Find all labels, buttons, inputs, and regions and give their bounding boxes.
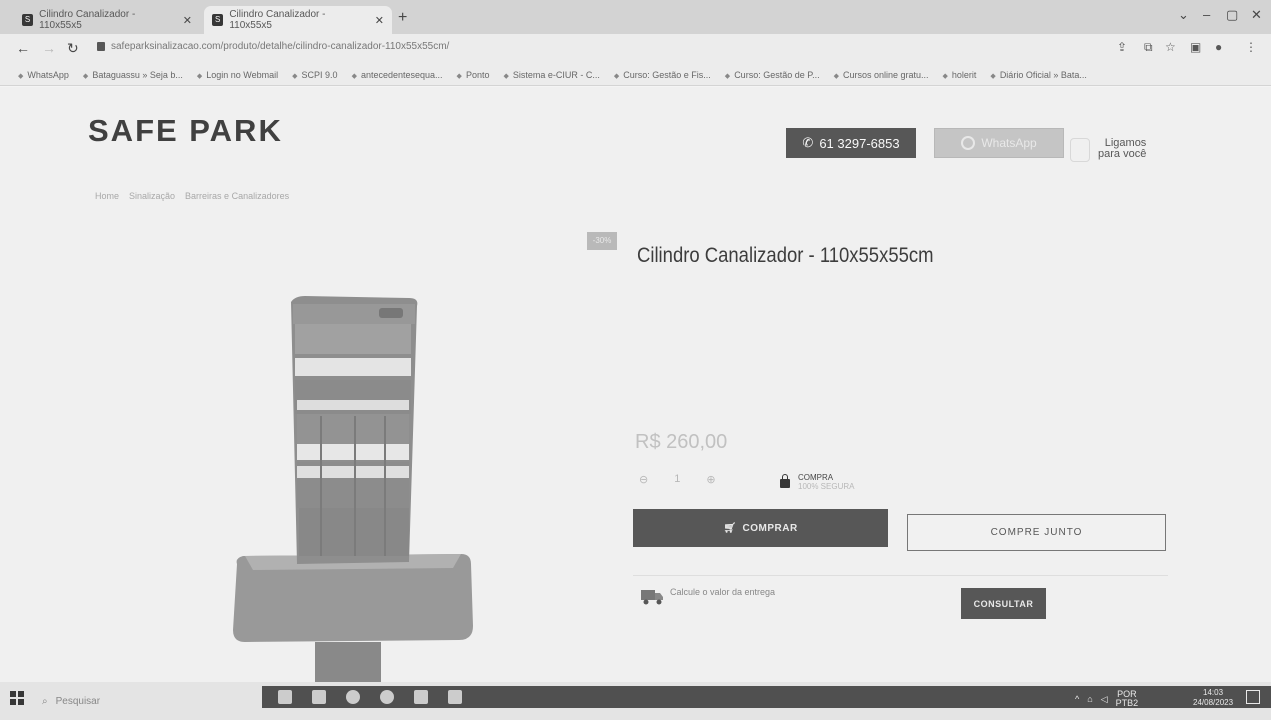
product-image[interactable] xyxy=(225,296,485,682)
cart-icon: 🛒︎ xyxy=(723,522,737,534)
search-placeholder: Pesquisar xyxy=(55,695,101,707)
lock-icon xyxy=(97,42,105,51)
phone-number: 61 3297-6853 xyxy=(819,135,900,151)
buy-button[interactable]: 🛒︎ COMPRAR xyxy=(633,509,888,547)
bookmark[interactable]: antecedentesequa... xyxy=(352,70,443,80)
secure-purchase-badge: COMPRA 100% SEGURA xyxy=(780,473,854,491)
reload-icon[interactable]: ↻ xyxy=(67,40,79,57)
product-title: Cilindro Canalizador - 110x55x55cm xyxy=(637,244,934,267)
site-logo[interactable]: SAFE PARK xyxy=(88,113,283,149)
maximize-icon[interactable]: ▢ xyxy=(1226,7,1238,23)
network-icon[interactable]: ⌂ xyxy=(1087,694,1092,704)
breadcrumb-item[interactable]: Sinalização xyxy=(129,191,175,201)
menu-icon[interactable]: ⋮ xyxy=(1245,40,1257,54)
search-icon: ⌕ xyxy=(42,695,48,707)
callback-link[interactable]: Ligamos para você xyxy=(1098,138,1146,160)
quantity-stepper[interactable]: ⊖ 1 ⊕ xyxy=(639,473,716,486)
breadcrumb-item[interactable]: Home xyxy=(95,191,119,201)
language-indicator[interactable]: POR PTB2 xyxy=(1116,690,1139,708)
bookmark[interactable]: Curso: Gestão de P... xyxy=(725,70,819,80)
minimize-icon[interactable]: – xyxy=(1203,7,1210,22)
favicon-icon: S xyxy=(22,14,34,26)
shipping-label: Calcule o valor da entrega xyxy=(670,587,776,597)
tab-search-icon[interactable]: ⌄ xyxy=(1178,7,1189,23)
favicon-icon: S xyxy=(212,14,224,26)
bookmark[interactable]: Diário Oficial » Bata... xyxy=(990,70,1087,80)
truck-icon xyxy=(641,590,663,605)
taskbar-search[interactable]: ⌕ Pesquisar xyxy=(36,686,256,716)
system-tray: ^ ⌂ ◁ POR PTB2 xyxy=(1075,690,1138,708)
padlock-icon xyxy=(780,474,790,488)
file-explorer-icon[interactable] xyxy=(312,690,326,704)
whatsapp-button[interactable]: WhatsApp xyxy=(934,128,1064,158)
windows-start-icon[interactable] xyxy=(10,691,24,705)
product-price: R$ 260,00 xyxy=(635,431,728,453)
task-view-icon[interactable] xyxy=(278,690,292,704)
increase-icon[interactable]: ⊕ xyxy=(706,473,715,486)
url-field[interactable]: safeparksinalizacao.com/produto/detalhe/… xyxy=(97,41,449,52)
profile-avatar[interactable]: ● xyxy=(1215,40,1222,54)
secure-line: COMPRA xyxy=(798,473,834,482)
word-icon[interactable] xyxy=(414,690,428,704)
bookmark-star-icon[interactable]: ☆ xyxy=(1165,40,1176,54)
consult-shipping-button[interactable]: CONSULTAR xyxy=(961,588,1046,619)
page-body xyxy=(0,87,1271,682)
speaker-icon[interactable]: ◁ xyxy=(1101,694,1108,705)
breadcrumb: Home Sinalização Barreiras e Canalizador… xyxy=(95,191,289,201)
bookmark[interactable]: WhatsApp xyxy=(18,70,69,80)
phone-button[interactable]: ✆ 61 3297-6853 xyxy=(786,128,916,158)
clock-time: 14:03 xyxy=(1203,688,1224,697)
buy-together-button[interactable]: COMPRE JUNTO xyxy=(907,514,1166,551)
install-icon[interactable]: ⧉ xyxy=(1144,40,1153,55)
quantity-value[interactable]: 1 xyxy=(674,473,680,486)
buy-label: COMPRAR xyxy=(742,522,798,534)
close-tab-icon[interactable]: ✕ xyxy=(183,14,192,27)
bookmarks-bar: WhatsApp Bataguassu » Seja b... Login no… xyxy=(0,64,1271,86)
back-icon[interactable]: ← xyxy=(16,40,30,56)
new-tab-icon[interactable]: + xyxy=(398,9,407,27)
close-tab-icon[interactable]: ✕ xyxy=(375,14,384,27)
browser-tab[interactable]: S Cilindro Canalizador - 110x55x5 ✕ xyxy=(14,6,200,34)
chevron-up-icon[interactable]: ^ xyxy=(1075,694,1079,704)
language-line: PTB2 xyxy=(1115,698,1139,708)
edge-icon[interactable] xyxy=(380,690,394,704)
phone-icon: ✆ xyxy=(802,135,814,150)
notification-icon[interactable] xyxy=(1246,690,1260,704)
clock-date: 24/08/2023 xyxy=(1193,698,1234,707)
bookmark[interactable]: Bataguassu » Seja b... xyxy=(83,70,183,80)
url-text: safeparksinalizacao.com/produto/detalhe/… xyxy=(111,41,450,52)
breadcrumb-item[interactable]: Barreiras e Canalizadores xyxy=(185,191,289,201)
bookmark[interactable]: Curso: Gestão e Fis... xyxy=(614,70,711,80)
close-window-icon[interactable]: ✕ xyxy=(1251,7,1262,23)
bookmark[interactable]: SCPI 9.0 xyxy=(292,70,338,80)
browser-tab-active[interactable]: S Cilindro Canalizador - 110x55x5 ✕ xyxy=(204,6,392,34)
bookmark[interactable]: holerit xyxy=(943,70,977,80)
whatsapp-icon xyxy=(961,136,976,150)
tab-title: Cilindro Canalizador - 110x55x5 xyxy=(39,9,136,31)
forward-icon[interactable]: → xyxy=(42,40,56,56)
chrome-icon[interactable] xyxy=(346,690,360,704)
clock[interactable]: 14:03 24/08/2023 xyxy=(1193,688,1233,708)
callback-phone-icon xyxy=(1070,138,1090,162)
sidebar-icon[interactable]: ▣ xyxy=(1190,40,1201,54)
share-icon[interactable]: ⇪ xyxy=(1117,40,1127,54)
whatsapp-label: WhatsApp xyxy=(981,136,1037,150)
secure-line: 100% SEGURA xyxy=(798,482,855,491)
bookmark[interactable]: Login no Webmail xyxy=(197,70,278,80)
callback-line: para você xyxy=(1098,148,1147,160)
discount-badge: -30% xyxy=(587,232,617,250)
tab-title: Cilindro Canalizador - 110x55x5 xyxy=(229,9,326,31)
bookmark[interactable]: Sistema e-CIUR - C... xyxy=(503,70,600,80)
app-icon[interactable] xyxy=(448,690,462,704)
bookmark[interactable]: Ponto xyxy=(457,70,490,80)
decrease-icon[interactable]: ⊖ xyxy=(639,473,648,486)
bookmark[interactable]: Cursos online gratu... xyxy=(834,70,929,80)
shipping-divider xyxy=(633,575,1168,576)
